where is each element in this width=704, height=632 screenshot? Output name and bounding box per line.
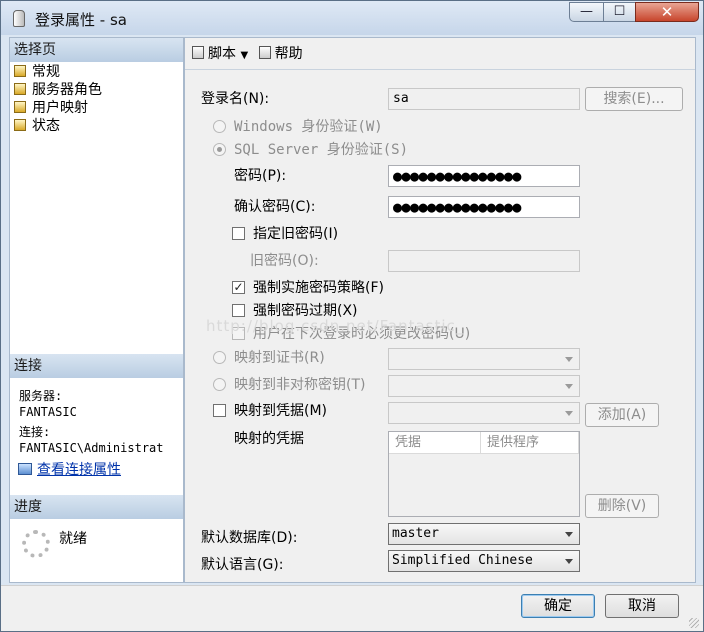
connection-value: FANTASIC\Administrat (19, 441, 164, 455)
link-label: 查看连接属性 (37, 462, 121, 478)
page-icon (14, 65, 26, 77)
default-database-label: 默认数据库(D): (201, 530, 298, 546)
default-database-value: master (392, 526, 439, 541)
chevron-down-icon (565, 532, 573, 537)
close-button[interactable]: ✕ (635, 2, 699, 22)
toolbar: 脚本 ▼ 帮助 (192, 45, 303, 63)
watermark: http://blog.csdn.net/Fantastic_ (206, 317, 465, 335)
credential-dropdown[interactable] (388, 402, 580, 424)
login-properties-window: 登录属性 - sa — ☐ ✕ 选择页 常规 服务器角色 用户映射 状态 连接 … (0, 0, 704, 632)
old-password-label: 旧密码(O): (250, 253, 319, 269)
sidebar-item-user-mapping[interactable]: 用户映射 (14, 99, 88, 117)
chevron-down-icon (565, 384, 573, 389)
view-connection-properties-link[interactable]: 查看连接属性 (18, 459, 121, 479)
remove-credential-button[interactable]: 删除(V) (585, 494, 659, 518)
page-icon (14, 119, 26, 131)
ok-button[interactable]: 确定 (521, 594, 595, 618)
map-certificate-radio[interactable] (213, 351, 226, 364)
minimize-button[interactable]: — (569, 2, 604, 22)
connection-properties-icon (18, 463, 32, 475)
database-icon (13, 10, 25, 27)
map-certificate-label: 映射到证书(R) (234, 350, 325, 366)
column-header-credential[interactable]: 凭据 (389, 432, 481, 454)
progress-spinner-icon (22, 530, 50, 558)
sql-auth-radio[interactable] (213, 143, 226, 156)
default-language-value: Simplified Chinese (392, 553, 533, 568)
server-label: 服务器: (19, 389, 63, 403)
sidebar-item-label: 用户映射 (32, 100, 88, 116)
default-language-label: 默认语言(G): (201, 557, 284, 573)
default-database-dropdown[interactable]: master (388, 523, 580, 545)
toolbar-divider (185, 69, 695, 70)
map-credential-checkbox[interactable] (213, 404, 226, 417)
help-button[interactable]: 帮助 (258, 46, 303, 62)
script-icon (192, 46, 204, 59)
map-asymmetric-key-radio[interactable] (213, 378, 226, 391)
cancel-button[interactable]: 取消 (605, 594, 679, 618)
sidebar-item-status[interactable]: 状态 (14, 117, 60, 135)
mapped-credentials-table[interactable]: 凭据 提供程序 (388, 431, 580, 517)
chevron-down-icon (565, 411, 573, 416)
sidebar-item-label: 服务器角色 (32, 82, 102, 98)
enforce-expiration-checkbox[interactable] (232, 304, 245, 317)
resize-grip-icon[interactable] (689, 618, 699, 628)
search-button[interactable]: 搜索(E)... (585, 87, 683, 111)
certificate-dropdown[interactable] (388, 348, 580, 370)
enforce-policy-label: 强制实施密码策略(F) (253, 280, 384, 296)
sidebar-item-general[interactable]: 常规 (14, 63, 60, 81)
map-asymmetric-key-label: 映射到非对称密钥(T) (234, 377, 366, 393)
windows-auth-radio[interactable] (213, 120, 226, 133)
password-field[interactable]: ●●●●●●●●●●●●●●● (388, 165, 580, 187)
mapped-credentials-label: 映射的凭据 (234, 431, 304, 447)
specify-old-password-checkbox[interactable] (232, 227, 245, 240)
enforce-policy-checkbox[interactable]: ✓ (232, 281, 245, 294)
page-icon (14, 101, 26, 113)
chevron-down-icon (565, 559, 573, 564)
script-button[interactable]: 脚本 ▼ (192, 46, 248, 62)
server-value: FANTASIC (19, 405, 77, 419)
help-icon (258, 46, 271, 59)
sidebar-item-server-roles[interactable]: 服务器角色 (14, 81, 102, 99)
checkmark-icon: ✓ (233, 280, 244, 294)
add-credential-button[interactable]: 添加(A) (585, 403, 659, 427)
connection-heading: 连接 (10, 354, 183, 378)
specify-old-password-label: 指定旧密码(I) (253, 226, 339, 242)
column-header-provider[interactable]: 提供程序 (481, 432, 579, 454)
login-name-label: 登录名(N): (201, 91, 270, 107)
button-bar: 确定 取消 (1, 585, 703, 631)
asymmetric-key-dropdown[interactable] (388, 375, 580, 397)
maximize-button[interactable]: ☐ (603, 2, 636, 22)
confirm-password-label: 确认密码(C): (234, 199, 316, 215)
chevron-down-icon[interactable]: ▼ (240, 50, 248, 61)
page-icon (14, 83, 26, 95)
password-label: 密码(P): (234, 168, 287, 184)
windows-auth-label: Windows 身份验证(W) (234, 119, 383, 135)
progress-heading: 进度 (10, 495, 183, 519)
confirm-password-field[interactable]: ●●●●●●●●●●●●●●● (388, 196, 580, 218)
left-panel: 选择页 常规 服务器角色 用户映射 状态 连接 服务器: FANTASIC 连接… (9, 37, 184, 583)
title-bar: 登录属性 - sa — ☐ ✕ (1, 1, 703, 35)
sidebar-item-label: 常规 (32, 64, 60, 80)
sql-auth-label: SQL Server 身份验证(S) (234, 142, 409, 158)
select-page-heading: 选择页 (10, 38, 183, 62)
help-label: 帮助 (274, 46, 303, 62)
chevron-down-icon (565, 357, 573, 362)
script-label: 脚本 (208, 46, 236, 62)
old-password-field[interactable] (388, 250, 580, 272)
login-name-field[interactable]: sa (388, 88, 580, 110)
window-title: 登录属性 - sa (35, 11, 127, 29)
progress-status: 就绪 (59, 531, 87, 547)
map-credential-label: 映射到凭据(M) (234, 403, 328, 419)
sidebar-item-label: 状态 (32, 118, 60, 134)
default-language-dropdown[interactable]: Simplified Chinese (388, 550, 580, 572)
connection-label: 连接: (19, 425, 51, 439)
